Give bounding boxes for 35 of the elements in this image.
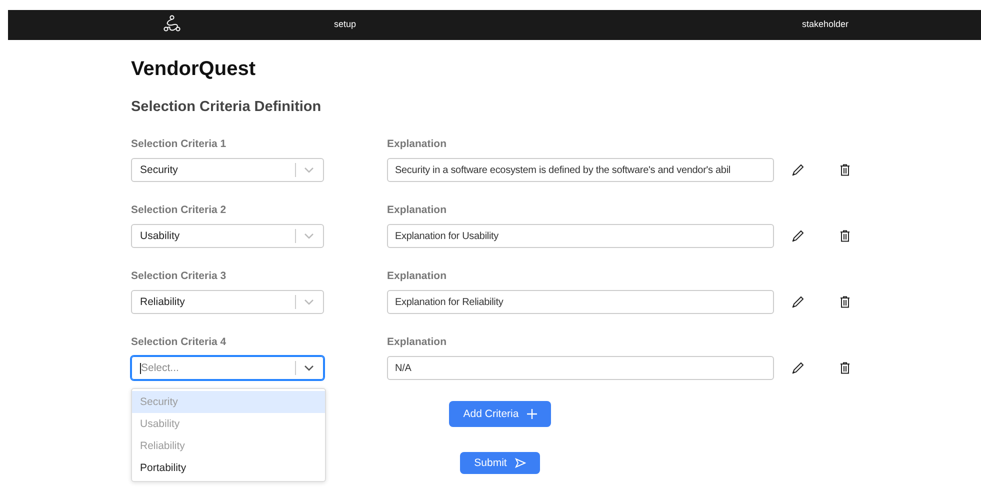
- field-label: Explanation: [387, 138, 448, 151]
- explanation-field[interactable]: Explanation for Usability: [387, 224, 774, 248]
- pencil-icon[interactable]: [792, 296, 804, 308]
- select-field[interactable]: Security: [131, 158, 324, 182]
- select-field[interactable]: Select...: [131, 356, 324, 380]
- trash-icon[interactable]: [840, 164, 850, 176]
- nav-link[interactable]: stakeholder: [802, 19, 849, 29]
- logo-icon[interactable]: [163, 15, 181, 33]
- trash-icon[interactable]: [840, 296, 850, 308]
- explanation-field[interactable]: Security in a software ecosystem is defined by the software's and vendor's abil: [387, 158, 774, 182]
- pencil-icon[interactable]: [792, 362, 804, 374]
- field-label: Selection Criteria 2: [131, 204, 228, 217]
- submit-button[interactable]: Submit: [460, 452, 540, 474]
- chevron-down-icon[interactable]: [304, 365, 314, 371]
- field-label: Explanation: [387, 204, 448, 217]
- select-field[interactable]: Reliability: [131, 290, 324, 314]
- app-title: VendorQuest: [131, 57, 256, 81]
- dropdown-option[interactable]: Portability: [132, 457, 325, 479]
- field-label: Explanation: [387, 336, 448, 349]
- trash-icon[interactable]: [840, 362, 850, 374]
- add-criteria-button[interactable]: Add Criteria: [449, 401, 551, 427]
- pencil-icon[interactable]: [792, 230, 804, 242]
- send-icon: [514, 458, 526, 468]
- field-label: Selection Criteria 4: [131, 336, 228, 349]
- plus-icon: [526, 409, 537, 419]
- nav-link[interactable]: setup: [334, 19, 356, 29]
- field-label: Selection Criteria 1: [131, 138, 228, 151]
- select-field[interactable]: Usability: [131, 224, 324, 248]
- field-label: Selection Criteria 3: [131, 270, 228, 283]
- pencil-icon[interactable]: [792, 164, 804, 176]
- section-heading: Selection Criteria Definition: [131, 98, 322, 116]
- trash-icon[interactable]: [840, 230, 850, 242]
- explanation-field[interactable]: Explanation for Reliability: [387, 290, 774, 314]
- explanation-field[interactable]: N/A: [387, 356, 774, 380]
- field-label: Explanation: [387, 270, 448, 283]
